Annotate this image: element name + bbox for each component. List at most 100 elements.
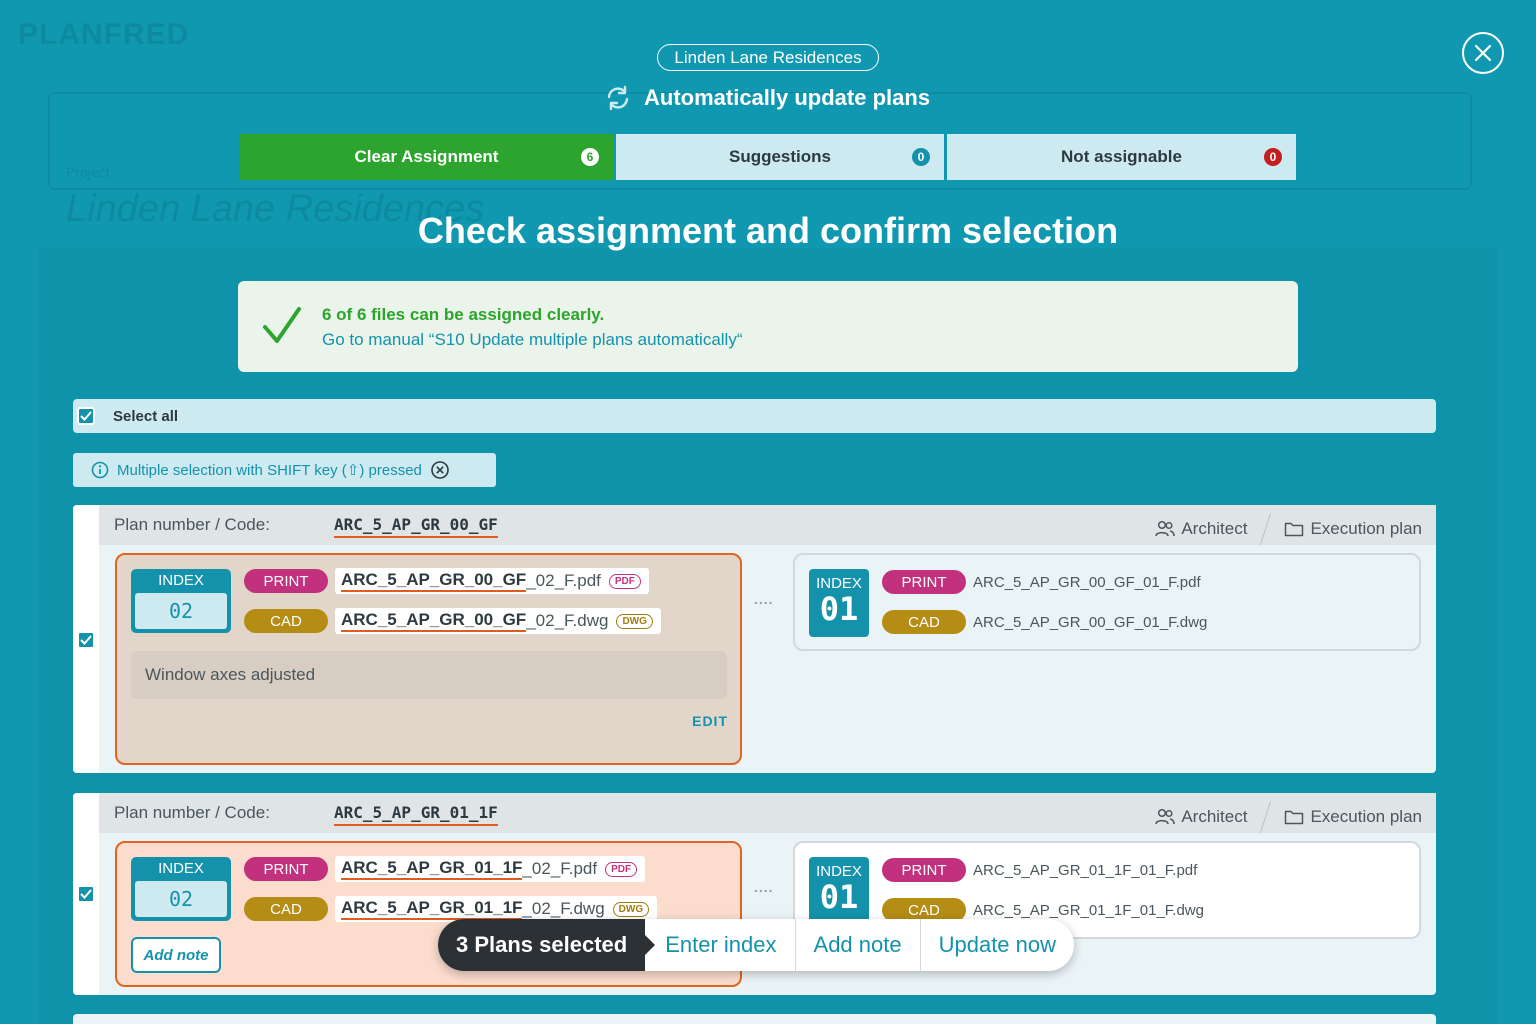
plan-code: ARC_5_AP_GR_00_GF	[334, 515, 498, 538]
old-cad-file: ARC_5_AP_GR_01_1F_01_F.dwg	[973, 902, 1204, 919]
previous-version-box: INDEX 01 PRINT ARC_5_AP_GR_00_GF_01_F.pd…	[793, 553, 1421, 651]
info-icon	[91, 461, 109, 479]
print-tag: PRINT	[882, 570, 966, 594]
add-note-button[interactable]: Add note	[131, 937, 221, 973]
plan-meta: Architect Execution plan	[1155, 801, 1422, 833]
refresh-icon	[607, 85, 629, 111]
users-icon	[1155, 520, 1176, 537]
edit-note-button[interactable]: EDIT	[692, 713, 728, 729]
checkbox-icon	[80, 411, 92, 421]
old-index-badge: INDEX 01	[809, 857, 869, 925]
new-index-badge[interactable]: INDEX 02	[131, 857, 231, 921]
old-print-file: ARC_5_AP_GR_01_1F_01_F.pdf	[973, 862, 1198, 879]
tab-count-badge: 0	[1264, 148, 1282, 166]
index-value: 01	[819, 878, 859, 916]
check-icon	[263, 307, 301, 343]
plan-card-header: Plan number / Code: ARC_5_AP_GR_00_GF Ar…	[99, 505, 1436, 545]
hint-text: Multiple selection with SHIFT key (⇧) pr…	[117, 462, 422, 479]
project-name-pill: Linden Lane Residences	[657, 44, 879, 71]
print-tag: PRINT	[244, 857, 328, 881]
select-all-label: Select all	[113, 407, 179, 425]
auto-update-label: Automatically update plans	[644, 85, 931, 110]
connector-dots: ....	[754, 591, 774, 607]
tab-count-badge: 6	[581, 148, 599, 166]
tab-label: Clear Assignment	[354, 147, 499, 166]
divider	[1260, 801, 1272, 833]
tab-not-assignable[interactable]: Not assignable 0	[947, 134, 1296, 180]
users-icon	[1155, 808, 1176, 825]
new-index-badge[interactable]: INDEX 02	[131, 569, 231, 633]
architect-tag[interactable]: Architect	[1155, 807, 1247, 827]
checkbox-icon	[80, 889, 92, 899]
select-all-checkbox[interactable]	[77, 407, 95, 425]
background-project-label: Project	[66, 164, 110, 180]
tab-label: Not assignable	[1061, 147, 1182, 166]
folder-icon	[1285, 522, 1304, 537]
tab-label: Suggestions	[728, 147, 831, 166]
plan-card-selector	[73, 793, 99, 995]
plan-type-tag[interactable]: Execution plan	[1284, 519, 1422, 539]
plan-checkbox[interactable]	[77, 885, 95, 903]
selection-count: 3 Plans selected	[438, 919, 656, 971]
plan-meta: Architect Execution plan	[1155, 513, 1422, 545]
manual-link[interactable]: Go to manual “S10 Update multiple plans …	[322, 330, 743, 350]
enter-index-button[interactable]: Enter index	[645, 919, 794, 971]
tab-count-badge: 0	[912, 148, 930, 166]
connector-dots: ....	[754, 879, 774, 895]
divider	[1260, 513, 1272, 545]
old-index-badge: INDEX 01	[809, 569, 869, 637]
success-message: 6 of 6 files can be assigned clearly. Go…	[238, 281, 1298, 372]
file-suffix: _02_F.pdf	[526, 571, 601, 590]
file-base-name: ARC_5_AP_GR_01_1F	[341, 898, 523, 920]
index-label: INDEX	[158, 572, 204, 589]
plan-type-tag[interactable]: Execution plan	[1284, 807, 1422, 827]
old-cad-file: ARC_5_AP_GR_00_GF_01_F.dwg	[973, 614, 1208, 631]
app-logo: PLANFRED	[18, 18, 190, 51]
cad-tag: CAD	[882, 610, 966, 634]
plan-code: ARC_5_AP_GR_01_1F	[334, 803, 498, 826]
close-icon	[1474, 44, 1492, 62]
old-print-file: ARC_5_AP_GR_00_GF_01_F.pdf	[973, 574, 1201, 591]
new-print-file: ARC_5_AP_GR_01_1F _02_F.pdf PDF	[335, 856, 646, 882]
page-title: Check assignment and confirm selection	[417, 210, 1119, 251]
plan-number-label: Plan number / Code:	[114, 803, 270, 822]
print-tag: PRINT	[882, 858, 966, 882]
file-base-name: ARC_5_AP_GR_00_GF	[341, 570, 527, 592]
file-suffix: _02_F.dwg	[522, 899, 605, 918]
dwg-badge: DWG	[612, 901, 650, 917]
new-version-box: INDEX 02 PRINT ARC_5_AP_GR_00_GF _02_F.p…	[115, 553, 742, 765]
folder-icon	[1285, 810, 1304, 825]
index-label: INDEX	[158, 860, 204, 877]
index-value: 02	[135, 881, 227, 917]
index-value: 02	[135, 593, 227, 629]
file-suffix: _02_F.pdf	[522, 859, 598, 878]
plan-checkbox[interactable]	[77, 631, 95, 649]
plan-number-label: Plan number / Code:	[114, 515, 270, 534]
cad-tag: CAD	[244, 897, 328, 921]
pdf-badge: PDF	[608, 573, 641, 589]
close-button[interactable]	[1462, 32, 1504, 74]
tab-clear-assignment[interactable]: Clear Assignment 6	[240, 134, 613, 180]
plan-card-partial	[73, 1014, 1436, 1024]
index-value: 01	[819, 590, 859, 628]
circle-x-icon[interactable]	[430, 460, 450, 480]
plan-card-header: Plan number / Code: ARC_5_AP_GR_01_1F Ar…	[99, 793, 1436, 833]
architect-tag[interactable]: Architect	[1155, 519, 1247, 539]
update-now-button[interactable]: Update now	[919, 919, 1074, 971]
pdf-badge: PDF	[605, 861, 638, 877]
checkbox-icon	[80, 635, 92, 645]
plan-card: Plan number / Code: ARC_5_AP_GR_00_GF Ar…	[73, 505, 1436, 773]
plan-type-label: Execution plan	[1310, 807, 1422, 826]
plan-card-selector	[73, 505, 99, 773]
select-all-row[interactable]: Select all	[73, 399, 1436, 433]
new-print-file: ARC_5_AP_GR_00_GF _02_F.pdf PDF	[335, 568, 649, 594]
success-summary: 6 of 6 files can be assigned clearly.	[322, 305, 605, 324]
tab-suggestions[interactable]: Suggestions 0	[616, 134, 944, 180]
add-note-bulk-button[interactable]: Add note	[794, 919, 920, 971]
file-base-name: ARC_5_AP_GR_00_GF	[341, 610, 527, 632]
dwg-badge: DWG	[616, 613, 653, 629]
plan-note: Window axes adjusted	[131, 651, 727, 699]
new-cad-file: ARC_5_AP_GR_00_GF _02_F.dwg DWG	[335, 608, 661, 634]
auto-update-title: Automatically update plans	[604, 84, 930, 112]
cad-tag: CAD	[244, 609, 328, 633]
